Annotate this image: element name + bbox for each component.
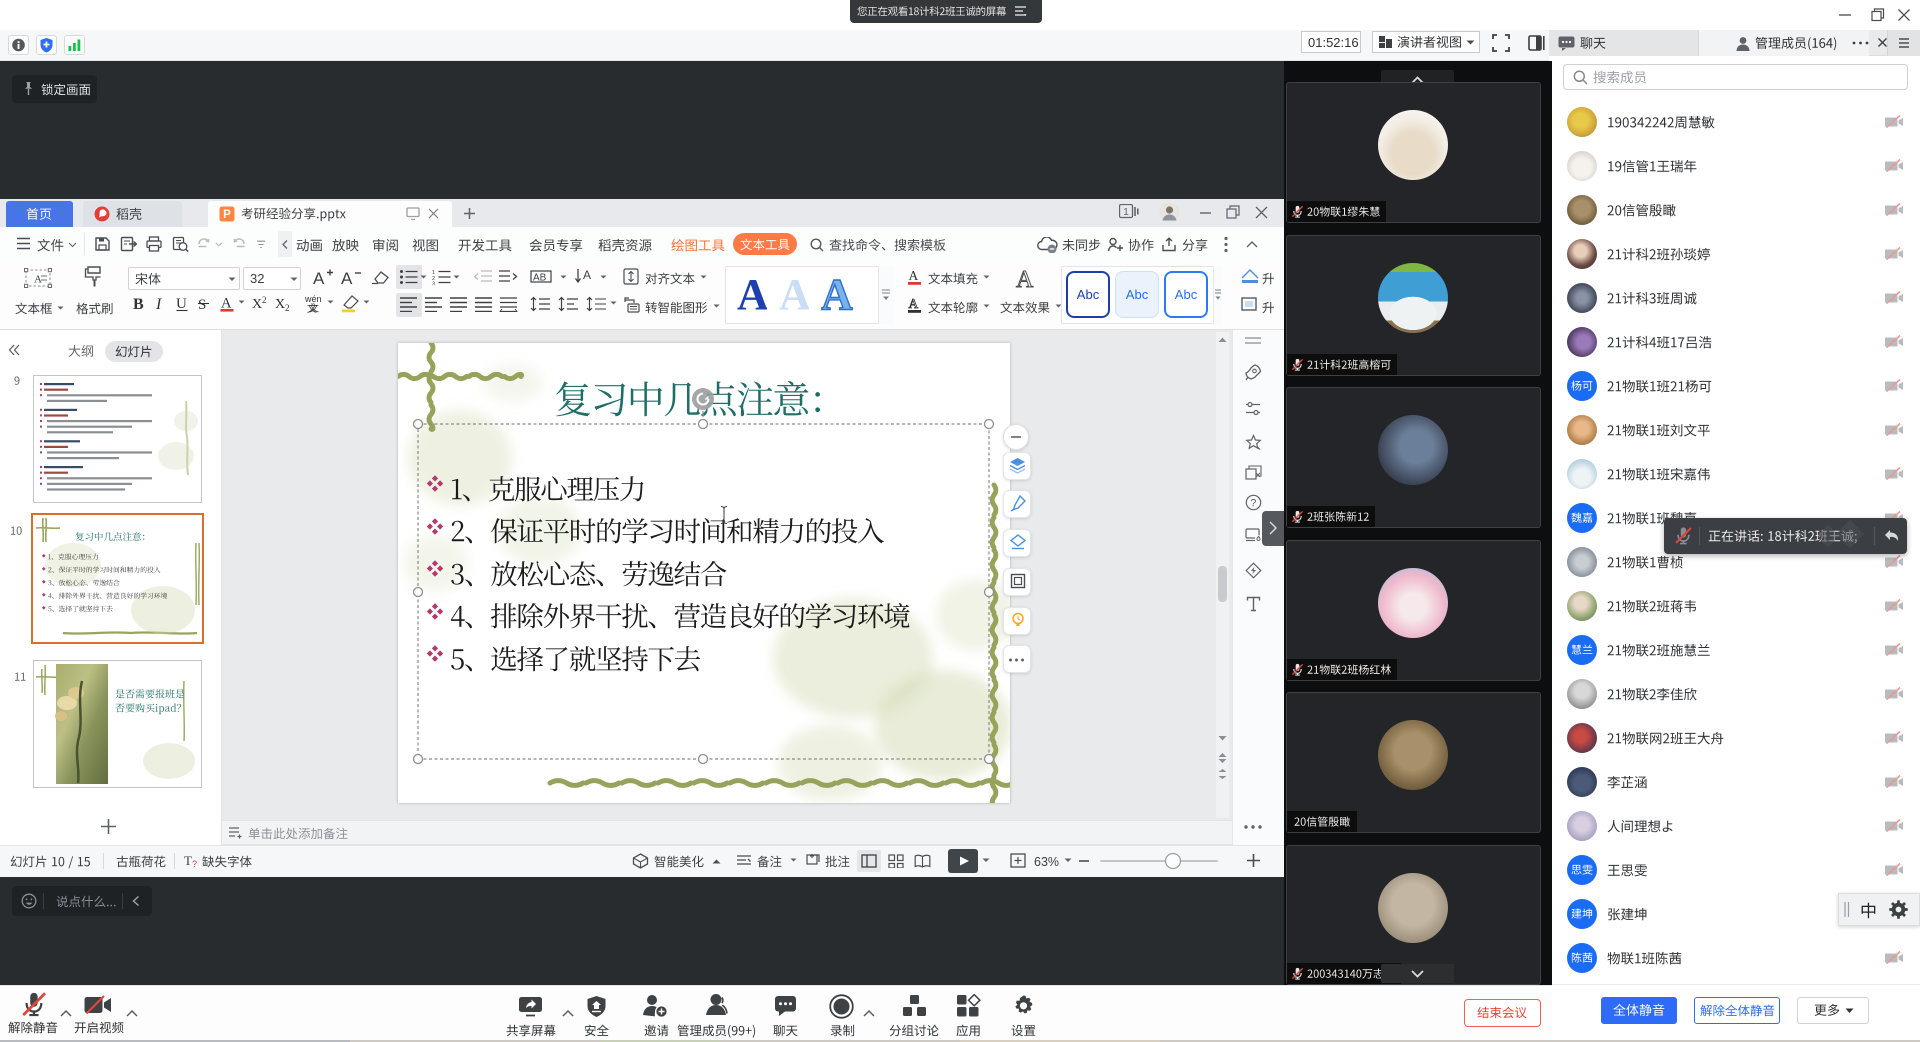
svg-text:X: X xyxy=(252,297,262,311)
svg-text:P: P xyxy=(223,209,231,221)
svg-text:3: 3 xyxy=(432,282,435,286)
svg-text:?: ? xyxy=(192,859,197,868)
svg-text:A: A xyxy=(909,268,919,283)
svg-text:A: A xyxy=(909,296,919,311)
svg-text:I: I xyxy=(156,296,162,312)
svg-text:A: A xyxy=(1016,267,1034,292)
svg-text:AB: AB xyxy=(533,273,547,284)
svg-text:B: B xyxy=(133,296,144,312)
svg-text:2: 2 xyxy=(262,295,267,305)
svg-text:A: A xyxy=(737,271,767,319)
svg-text:A: A xyxy=(821,271,853,319)
svg-text:?: ? xyxy=(1250,498,1256,510)
svg-text:A: A xyxy=(341,269,353,287)
svg-text:T: T xyxy=(184,853,192,868)
svg-text:A: A xyxy=(34,274,42,286)
svg-text:1: 1 xyxy=(1123,207,1129,218)
svg-text:A: A xyxy=(313,269,325,287)
svg-text:A: A xyxy=(779,271,809,319)
svg-text:U: U xyxy=(176,296,187,312)
svg-text:X: X xyxy=(275,297,285,311)
svg-text:2: 2 xyxy=(285,303,290,311)
svg-text:A: A xyxy=(583,268,591,282)
svg-text:S: S xyxy=(198,297,206,312)
